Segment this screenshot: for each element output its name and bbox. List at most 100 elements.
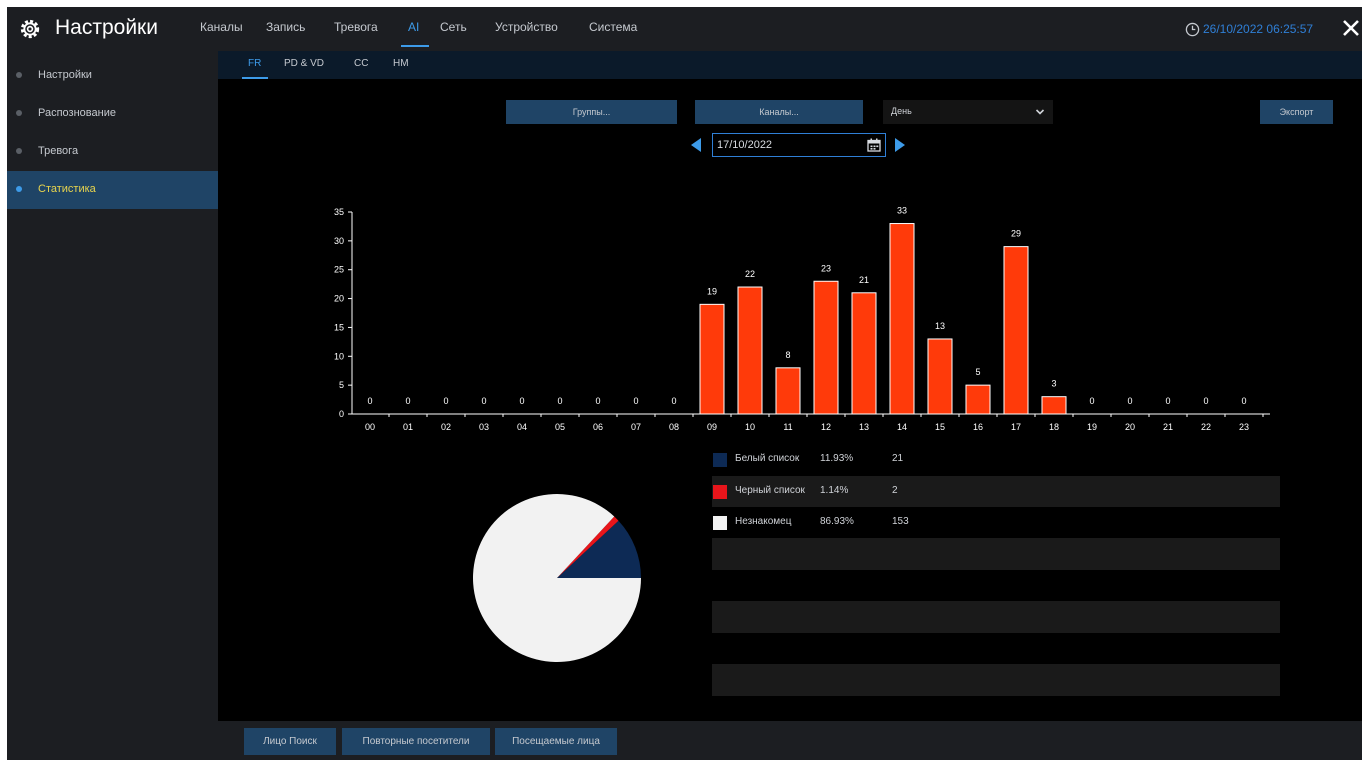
bullet-icon [16,72,22,78]
arrow-left-icon[interactable] [689,137,703,153]
legend-row-stranger: Незнакомец 86.93% 153 [712,507,1280,538]
groups-button[interactable]: Группы... [506,100,677,124]
bar [1041,396,1067,415]
bar-value-label: 0 [519,396,524,406]
bar-value-label: 3 [1051,379,1056,389]
x-tick-label: 00 [365,422,375,432]
bottom-bar: Лицо Поиск Повторные посетители Посещаем… [218,721,1362,760]
date-value: 17/10/2022 [717,139,773,151]
chevron-down-icon [1035,109,1045,115]
x-tick-label: 07 [631,422,641,432]
face-search-button[interactable]: Лицо Поиск [244,728,336,755]
x-tick-label: 21 [1163,422,1173,432]
bar-value-label: 0 [557,396,562,406]
sidebar-item-alarm[interactable]: Тревога [7,133,218,171]
app-title: Настройки [55,16,158,39]
menu-network[interactable]: Сеть [440,20,467,34]
bar-value-label: 23 [821,263,831,273]
bar-value-label: 0 [367,396,372,406]
menu-channels[interactable]: Каналы [200,20,243,34]
bar-value-label: 0 [1241,396,1246,406]
sidebar-item-settings[interactable]: Настройки [7,57,218,95]
x-tick-label: 19 [1087,422,1097,432]
export-button[interactable]: Экспорт [1260,100,1333,124]
x-tick-label: 01 [403,422,413,432]
bar-value-label: 0 [443,396,448,406]
sidebar-item-label: Распознование [38,107,116,119]
app-window: Настройки Каналы Запись Тревога AI Сеть … [7,7,1362,760]
x-tick-label: 13 [859,422,869,432]
y-tick-label: 10 [334,351,344,361]
bar-value-label: 0 [595,396,600,406]
x-tick-label: 11 [783,422,792,432]
sidebar-item-statistics[interactable]: Статистика [7,171,218,209]
whitelist-swatch [713,453,727,467]
bar-value-label: 22 [745,269,755,279]
legend-row-whitelist: Белый список 11.93% 21 [712,444,1280,475]
y-tick-label: 20 [334,294,344,304]
bullet-icon [16,110,22,116]
period-select[interactable]: День [883,100,1053,124]
bullet-icon [16,186,22,192]
legend-count: 21 [892,453,904,464]
x-tick-label: 18 [1049,422,1059,432]
tab-pd-vd[interactable]: PD & VD [284,58,324,69]
bar-value-label: 5 [975,367,980,377]
tab-hm[interactable]: HM [393,58,409,69]
date-field[interactable]: 17/10/2022 [712,133,886,157]
channels-button[interactable]: Каналы... [695,100,863,124]
y-tick-label: 0 [339,409,344,419]
close-icon[interactable] [1339,16,1362,40]
legend-name: Белый список [735,453,800,464]
visited-faces-button[interactable]: Посещаемые лица [495,728,617,755]
tab-fr[interactable]: FR [248,58,261,69]
x-tick-label: 22 [1201,422,1211,432]
calendar-icon[interactable] [867,138,881,152]
x-tick-label: 03 [479,422,489,432]
legend-percent: 86.93% [820,516,854,527]
sidebar-item-recognition[interactable]: Распознование [7,95,218,133]
y-tick-label: 15 [334,322,344,332]
y-tick-label: 35 [334,207,344,217]
tab-cc[interactable]: CC [354,58,368,69]
legend-name: Незнакомец [735,516,792,527]
stranger-swatch [713,516,727,530]
bar-value-label: 0 [1127,396,1132,406]
y-tick-label: 5 [339,380,344,390]
x-tick-label: 05 [555,422,565,432]
legend-percent: 1.14% [820,485,849,496]
period-value: День [891,106,912,116]
clock-display: 26/10/2022 06:25:57 [1203,22,1314,36]
bar [1003,246,1029,415]
menu-record[interactable]: Запись [266,20,305,34]
bar-value-label: 8 [785,350,790,360]
menu-ai[interactable]: AI [408,20,419,34]
x-tick-label: 02 [441,422,451,432]
bar-value-label: 0 [1165,396,1170,406]
bar [699,303,725,415]
y-tick-label: 25 [334,265,344,275]
repeat-visitors-button[interactable]: Повторные посетители [342,728,490,755]
bar-value-label: 0 [671,396,676,406]
arrow-right-icon[interactable] [893,137,907,153]
menu-system[interactable]: Система [589,20,637,34]
bar-value-label: 29 [1011,229,1021,239]
bar-value-label: 0 [481,396,486,406]
menu-alarm[interactable]: Тревога [334,20,378,34]
legend-count: 2 [892,485,898,496]
bar [737,286,763,415]
legend-empty-row [712,601,1280,633]
x-tick-label: 09 [707,422,717,432]
x-tick-label: 17 [1011,422,1021,432]
bar-value-label: 0 [1203,396,1208,406]
x-tick-label: 04 [517,422,527,432]
x-tick-label: 23 [1239,422,1249,432]
bar-value-label: 19 [707,286,717,296]
category-pie-chart [473,494,641,662]
menu-device[interactable]: Устройство [495,20,558,34]
bar-value-label: 0 [405,396,410,406]
bar-value-label: 0 [633,396,638,406]
top-bar: Настройки Каналы Запись Тревога AI Сеть … [7,7,1362,51]
bar [851,292,877,415]
active-menu-indicator [401,45,429,47]
